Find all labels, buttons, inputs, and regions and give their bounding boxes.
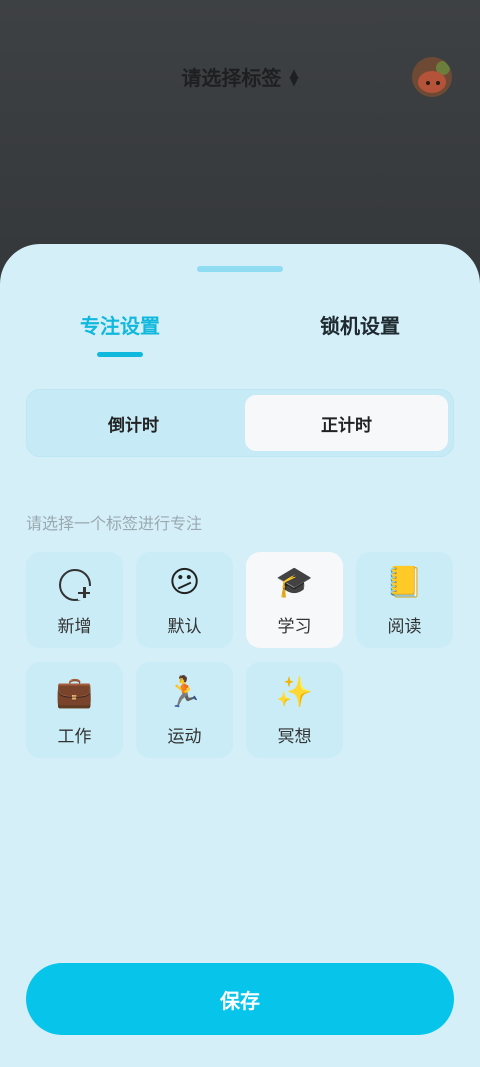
- tag-default[interactable]: 😕 默认: [136, 552, 233, 648]
- focus-settings-sheet: 专注设置 锁机设置 倒计时 正计时 请选择一个标签进行专注 新增 😕 默认 🎓 …: [0, 244, 480, 1067]
- tag-selector-label: 请选择标签: [181, 66, 282, 90]
- avatar-eye: [436, 81, 440, 85]
- tab-focus-settings[interactable]: 专注设置: [40, 310, 200, 339]
- plus-icon: [78, 586, 92, 600]
- save-button[interactable]: 保存: [26, 963, 454, 1035]
- tag-exercise[interactable]: 🏃 运动: [136, 662, 233, 758]
- tag-reading[interactable]: 📒 阅读: [356, 552, 453, 648]
- tag-study[interactable]: 🎓 学习: [246, 552, 343, 648]
- timer-mode-segment: 倒计时 正计时: [26, 389, 454, 457]
- tag-work[interactable]: 💼 工作: [26, 662, 123, 758]
- tag-label: 运动: [167, 727, 202, 747]
- confused-face-icon: 😕: [168, 565, 201, 600]
- tag-label: 默认: [167, 617, 202, 637]
- sort-updown-icon: ▲ ▼: [289, 65, 299, 88]
- notebook-icon: 📒: [385, 565, 424, 600]
- tag-selector[interactable]: 请选择标签 ▲ ▼: [0, 62, 480, 91]
- briefcase-icon: 💼: [55, 675, 94, 710]
- active-tab-indicator: [97, 352, 143, 357]
- countdown-option[interactable]: 倒计时: [32, 395, 235, 451]
- tag-label: 工作: [57, 727, 92, 747]
- tab-lock-settings[interactable]: 锁机设置: [280, 310, 440, 339]
- tag-label: 冥想: [277, 727, 312, 747]
- running-icon: 🏃: [165, 675, 204, 710]
- background-app: 请选择标签 ▲ ▼: [0, 0, 480, 280]
- tag-add[interactable]: 新增: [26, 552, 123, 648]
- sparkles-icon: ✨: [275, 675, 314, 710]
- avatar-eye: [426, 81, 430, 85]
- tag-label: 阅读: [387, 617, 422, 637]
- tag-hint-text: 请选择一个标签进行专注: [26, 514, 203, 533]
- graduation-cap-icon: 🎓: [275, 565, 314, 600]
- sheet-drag-handle[interactable]: [197, 266, 283, 272]
- avatar-face: [418, 71, 446, 93]
- tag-label: 新增: [57, 617, 92, 637]
- avatar[interactable]: [412, 57, 452, 97]
- tag-meditation[interactable]: ✨ 冥想: [246, 662, 343, 758]
- tag-label: 学习: [277, 617, 312, 637]
- settings-tabs: 专注设置 锁机设置: [0, 310, 480, 370]
- count-up-option[interactable]: 正计时: [245, 395, 448, 451]
